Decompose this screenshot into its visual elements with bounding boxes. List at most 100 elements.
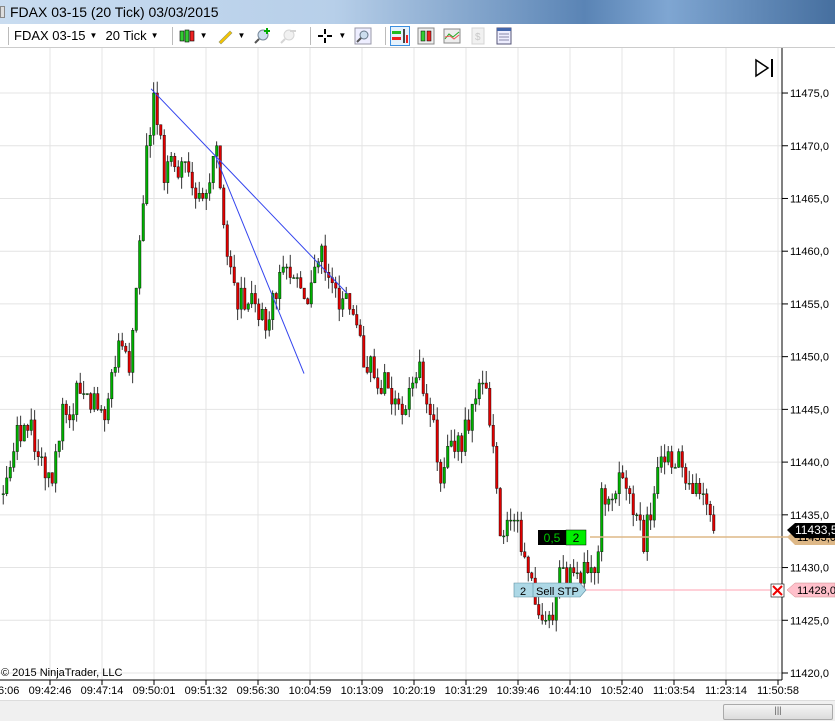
candle xyxy=(267,311,271,337)
candle xyxy=(684,463,688,490)
candle xyxy=(498,487,502,537)
strategies-button[interactable]: $ xyxy=(469,27,487,45)
crosshair-button[interactable]: ▼ xyxy=(316,27,346,45)
price-label: 11430,0 xyxy=(790,563,829,575)
candle xyxy=(323,234,327,281)
candle xyxy=(358,319,362,338)
hide-chart-trader-button[interactable] xyxy=(755,58,773,78)
search-button[interactable] xyxy=(354,27,372,45)
position-pnl: 0,5 xyxy=(544,531,561,545)
chart-style-button[interactable]: ▼ xyxy=(178,27,208,45)
candle xyxy=(131,327,135,384)
candle xyxy=(638,502,642,531)
candle xyxy=(110,369,114,408)
candle xyxy=(155,81,159,135)
candle xyxy=(635,512,639,522)
drawing-tools-button[interactable]: ▼ xyxy=(216,27,245,45)
candle xyxy=(547,610,551,629)
time-label: 09:51:32 xyxy=(185,685,228,697)
candle xyxy=(64,400,68,424)
crosshair-icon xyxy=(318,28,333,43)
strategies-icon: $ xyxy=(471,27,485,44)
data-box-icon xyxy=(417,27,435,44)
candle xyxy=(386,372,390,389)
toolbar: FDAX 03-15 ▼ 20 Tick ▼ ▼ ▼ ▼ $ xyxy=(0,24,835,48)
candle xyxy=(243,277,247,311)
properties-button[interactable] xyxy=(495,27,513,45)
candle xyxy=(670,445,674,474)
candle xyxy=(596,545,600,584)
svg-text:11428,0: 11428,0 xyxy=(797,585,835,597)
candle xyxy=(43,452,47,491)
cancel-order-button[interactable] xyxy=(770,583,785,598)
candle xyxy=(652,486,656,528)
candle xyxy=(208,173,212,201)
candle xyxy=(246,302,250,312)
time-label: 10:13:09 xyxy=(341,685,384,697)
trend-line[interactable] xyxy=(150,88,348,294)
price-chart[interactable]: 11475,0 11470,0 11465,0 11460,0 11455,0 11450… xyxy=(0,48,835,700)
candle xyxy=(460,432,464,464)
candle xyxy=(236,282,240,321)
candle xyxy=(428,397,432,427)
scrollbar-thumb[interactable]: ||| xyxy=(723,704,833,720)
candle xyxy=(617,461,621,506)
candle xyxy=(183,161,187,173)
candle xyxy=(537,594,541,619)
time-label: 09:47:14 xyxy=(81,685,124,697)
candle xyxy=(505,511,509,543)
candle xyxy=(624,470,628,501)
chart-trader-button[interactable] xyxy=(390,25,411,46)
zoom-out-button[interactable] xyxy=(279,27,297,45)
price-label: 11435,0 xyxy=(790,510,829,522)
trend-line[interactable] xyxy=(214,155,305,374)
time-label: 10:04:59 xyxy=(289,685,332,697)
candle xyxy=(253,284,257,313)
data-box-button[interactable] xyxy=(417,27,435,45)
candle xyxy=(85,393,89,396)
candle xyxy=(341,291,345,317)
candle xyxy=(187,152,191,177)
title-bar: FDAX 03-15 (20 Tick) 03/03/2015 xyxy=(0,0,835,24)
candle xyxy=(488,381,492,428)
instrument-selector[interactable]: FDAX 03-15 ▼ xyxy=(14,28,97,43)
candle xyxy=(572,559,576,577)
candle xyxy=(449,429,453,448)
horizontal-scrollbar[interactable]: ||| xyxy=(0,700,835,721)
indicators-button[interactable] xyxy=(443,27,461,45)
candle xyxy=(544,611,548,625)
candle xyxy=(288,254,292,285)
svg-text:$: $ xyxy=(475,32,481,43)
candle xyxy=(586,550,590,574)
price-label: 11460,0 xyxy=(790,246,829,258)
candle xyxy=(712,505,716,534)
candle xyxy=(281,255,285,275)
candlestick-style-icon xyxy=(179,29,194,42)
candle xyxy=(138,235,142,295)
candle xyxy=(26,423,30,438)
candle xyxy=(22,423,26,442)
price-label: 11445,0 xyxy=(790,404,829,416)
candle xyxy=(705,488,709,516)
candle xyxy=(404,405,408,416)
sell-stop-order-marker[interactable]: 2 Sell STP xyxy=(513,582,587,598)
candle xyxy=(334,276,338,298)
position-marker[interactable]: 0,5 2 xyxy=(538,529,587,546)
zoom-in-button[interactable] xyxy=(253,27,271,45)
candle xyxy=(407,377,411,418)
candle xyxy=(306,297,310,305)
candle xyxy=(362,325,366,368)
candle xyxy=(54,443,58,493)
candle xyxy=(418,349,422,381)
candle xyxy=(484,371,488,389)
interval-selector[interactable]: 20 Tick ▼ xyxy=(105,28,158,43)
candle xyxy=(470,403,474,443)
candle xyxy=(393,390,397,416)
candle xyxy=(551,602,555,626)
divider xyxy=(385,26,387,45)
candle xyxy=(603,484,607,516)
candle xyxy=(71,403,75,431)
price-label: 11465,0 xyxy=(790,193,829,205)
candle xyxy=(299,271,303,289)
candle xyxy=(96,386,100,411)
